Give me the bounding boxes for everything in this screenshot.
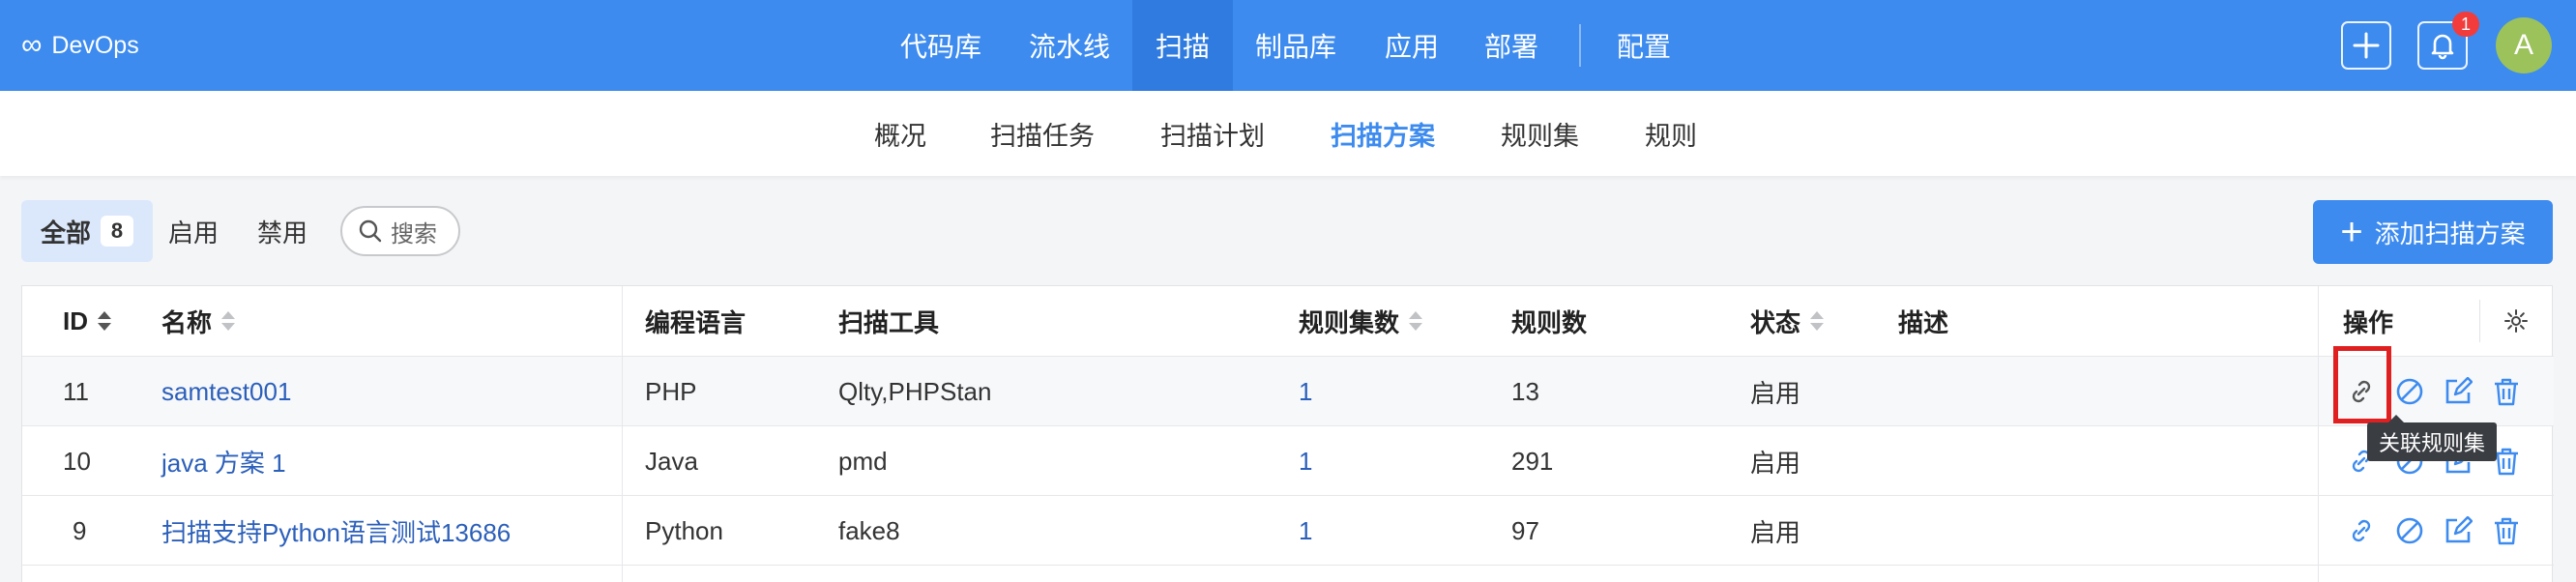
column-header-id[interactable]: ID [63,286,113,356]
ban-icon[interactable] [2395,516,2424,545]
filter-enabled[interactable]: 启用 [168,200,219,262]
column-header-language: 编程语言 [645,307,746,337]
cell-id: 10 [63,446,91,476]
cell-id: 9 [73,515,87,545]
column-header-ruleset-count-label: 规则集数 [1299,307,1400,337]
sub-nav-rulesets[interactable]: 规则集 [1501,91,1579,176]
filter-all-label: 全部 [41,218,92,247]
edit-icon[interactable] [2444,516,2473,545]
column-header-status[interactable]: 状态 [1750,286,1826,356]
top-nav-repo[interactable]: 代码库 [883,0,999,91]
add-scan-scheme-label: 添加扫描方案 [2374,218,2526,248]
sub-nav: 概况 扫描任务 扫描计划 扫描方案 规则集 规则 [0,91,2576,176]
top-bar: ∞ DevOps 代码库 流水线 扫描 制品库 应用 部署 配置 1 A [0,0,2576,91]
search-placeholder: 搜索 [391,220,437,247]
cell-name-link[interactable]: java 方案 1 [161,426,286,496]
cell-rule-count: 13 [1511,376,1539,406]
column-header-tools: 扫描工具 [838,307,940,337]
sub-nav-overview[interactable]: 概况 [874,91,926,176]
sub-nav-scan-schemes[interactable]: 扫描方案 [1331,91,1435,176]
column-header-id-label: ID [63,306,88,335]
ban-icon[interactable] [2395,377,2424,406]
row-actions [2347,496,2540,566]
avatar[interactable]: A [2496,17,2552,73]
row-hover-background [22,357,2554,426]
cell-status: 启用 [1750,378,1801,408]
cell-name-link[interactable]: samtest001 [161,357,291,426]
cell-ruleset-count-link[interactable]: 1 [1299,357,1312,426]
cell-rule-count: 97 [1511,515,1539,545]
cell-ruleset-count-link[interactable]: 1 [1299,426,1312,496]
highlight-box [2333,346,2391,423]
row-divider [22,356,2554,357]
sort-icon [98,311,111,331]
cell-tools: fake8 [838,515,900,545]
tooltip: 关联规则集 [2367,415,2498,461]
cell-id: 11 [63,376,89,406]
cell-status: 启用 [1750,517,1801,547]
column-header-description: 描述 [1898,307,1949,337]
column-header-status-label: 状态 [1750,307,1801,337]
column-divider [622,286,623,582]
trash-icon[interactable] [2492,377,2521,406]
sort-icon [1810,311,1825,331]
sort-icon [1409,311,1423,331]
search-icon [359,219,382,243]
filter-all-count: 8 [101,216,134,247]
plus-icon [2353,32,2380,59]
cell-language: PHP [645,376,697,406]
cell-status: 启用 [1750,448,1801,478]
link-icon[interactable] [2347,516,2376,545]
header-divider [2479,300,2480,342]
notification-badge: 1 [2452,12,2479,37]
create-button[interactable] [2341,21,2391,70]
top-nav-artifact[interactable]: 制品库 [1238,0,1354,91]
cell-ruleset-count-link[interactable]: 1 [1299,496,1312,566]
add-scan-scheme-button[interactable]: + 添加扫描方案 [2313,200,2553,264]
filter-all[interactable]: 全部 8 [21,200,154,262]
top-nav-config[interactable]: 配置 [1595,0,1692,91]
cell-rule-count: 291 [1511,446,1554,476]
top-nav-scan[interactable]: 扫描 [1132,0,1233,91]
top-nav-pipeline[interactable]: 流水线 [1011,0,1127,91]
infinity-logo-icon: ∞ [21,29,42,61]
cell-tools: Qlty,PHPStan [838,376,992,406]
brand[interactable]: ∞ DevOps [21,0,139,91]
filter-disabled[interactable]: 禁用 [257,200,307,262]
top-nav-deploy[interactable]: 部署 [1463,0,1560,91]
top-nav-separator [1579,24,1581,67]
sub-nav-scan-plans[interactable]: 扫描计划 [1160,91,1265,176]
trash-icon[interactable] [2492,516,2521,545]
search-input[interactable]: 搜索 [340,206,460,256]
top-nav-app[interactable]: 应用 [1363,0,1460,91]
sub-nav-scan-tasks[interactable]: 扫描任务 [990,91,1095,176]
column-header-name[interactable]: 名称 [161,286,237,356]
column-divider [2318,286,2319,582]
column-header-ruleset-count[interactable]: 规则集数 [1299,286,1424,356]
cell-tools: pmd [838,446,888,476]
cell-language: Java [645,446,698,476]
edit-icon[interactable] [2444,377,2473,406]
column-header-name-label: 名称 [161,307,213,337]
scan-scheme-table: ID 名称 编程语言 扫描工具 规则集数 规则数 状态 描述 操作 11 sam… [21,285,2554,582]
column-header-rule-count: 规则数 [1511,307,1588,337]
cell-language: Python [645,515,723,545]
plus-icon: + [2340,211,2363,253]
brand-name: DevOps [51,31,139,59]
row-divider [22,425,2554,426]
sort-icon [221,311,236,331]
sub-nav-rules[interactable]: 规则 [1645,91,1697,176]
column-settings-button[interactable] [2503,286,2529,356]
gear-icon [2504,309,2528,333]
bell-icon [2431,34,2454,60]
cell-name-link[interactable]: 扫描支持Python语言测试13686 [161,496,511,566]
